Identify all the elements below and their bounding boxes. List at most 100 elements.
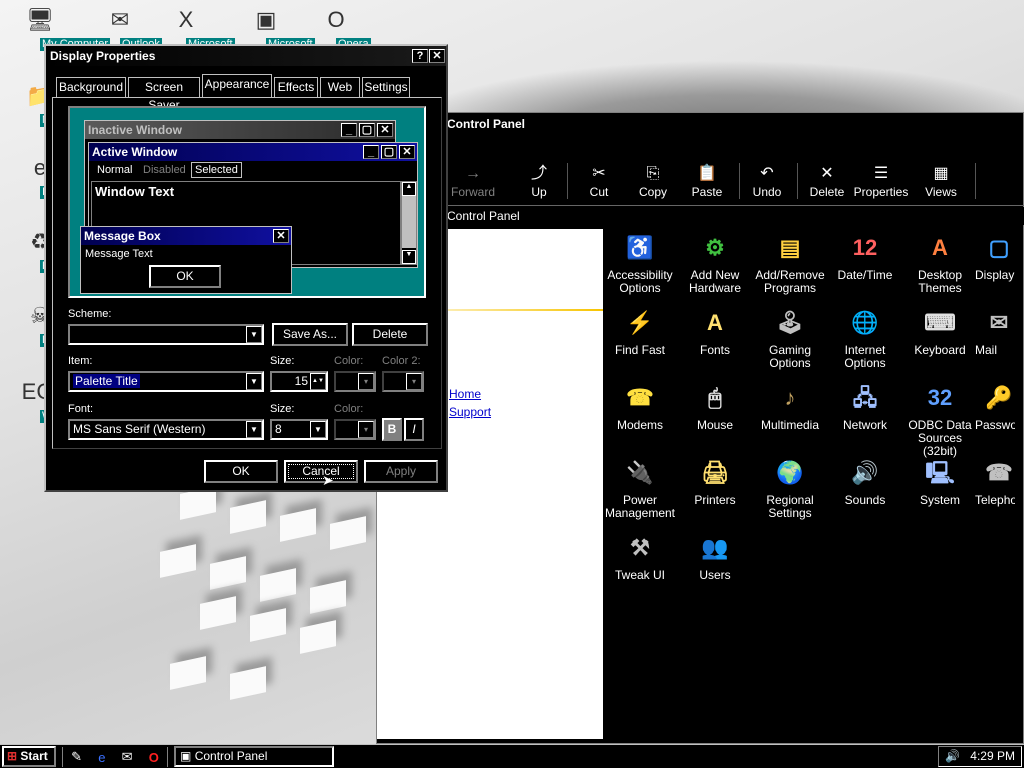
cp-item[interactable]: ⚙ Add New Hardware [675, 231, 755, 295]
desktop-icon[interactable]: XMicrosoft [150, 4, 235, 51]
delete-button[interactable]: ✕ Delete [797, 161, 857, 199]
cp-item[interactable]: 🌐 Internet Options [825, 306, 905, 370]
copy-button[interactable]: ⎘ Copy [623, 161, 683, 199]
delete-button[interactable]: Delete [352, 323, 428, 346]
cp-item[interactable]: 🖱 Mouse [675, 381, 755, 432]
volume-icon[interactable]: 🔊 [945, 747, 960, 766]
cp-item[interactable]: 🖧 Network [825, 381, 905, 432]
delete-icon: ✕ [820, 165, 834, 182]
cp-item[interactable]: 👥 Users [675, 531, 755, 582]
opera-icon[interactable]: O [149, 750, 159, 765]
cancel-button[interactable]: Cancel [284, 460, 358, 483]
font-size-select[interactable]: 8 ▼ [270, 419, 328, 440]
tab-settings[interactable]: Settings [362, 77, 410, 97]
italic-button[interactable]: I [404, 418, 424, 441]
cp-item[interactable]: 🕹 Gaming Options [750, 306, 830, 370]
copy-icon: ⎘ [646, 165, 660, 182]
cp-item[interactable]: ♿ Accessibility Options [600, 231, 680, 295]
scheme-select[interactable]: ▼ [68, 324, 264, 345]
paste-button[interactable]: 📋 Paste [677, 161, 737, 199]
size-label: Size: [270, 355, 295, 367]
multimedia-icon: ♪ [784, 384, 796, 410]
cp-item[interactable]: A Desktop Themes [900, 231, 980, 295]
cp-item[interactable]: 🌍 Regional Settings [750, 456, 830, 520]
cp-item[interactable]: ▤ Add/Remove Programs [750, 231, 830, 295]
color2-picker[interactable]: ▾ [382, 371, 424, 392]
desktop-icon-glyph: ✉ [110, 7, 130, 32]
forward-button[interactable]: → Forward [443, 161, 503, 199]
cp-item[interactable]: ⚒ Tweak UI [600, 531, 680, 582]
address-bar[interactable]: Control Panel [447, 207, 1024, 225]
cp-item-label: Mail [975, 343, 998, 357]
close-button[interactable]: ✕ [429, 49, 445, 63]
joystick-icon: 🕹 [776, 309, 804, 335]
bold-button[interactable]: B [382, 418, 402, 441]
cp-item[interactable]: 🖨 Printers [675, 456, 755, 507]
tab-screen-saver[interactable]: Screen Saver [128, 77, 200, 112]
desktop-icon-glyph: 🖥 [26, 7, 54, 32]
cp-item[interactable]: ⚡ Find Fast [600, 306, 680, 357]
cp-item[interactable]: ⌨ Keyboard [900, 306, 980, 357]
desktop-icon[interactable]: 🖥My Computer [4, 4, 111, 51]
ok-button[interactable]: OK [204, 460, 278, 483]
ie-icon[interactable]: e [98, 750, 105, 765]
properties-button[interactable]: ☰ Properties [851, 161, 911, 199]
cp-item[interactable]: 32 ODBC Data Sources (32bit) [900, 381, 980, 458]
tab-web[interactable]: Web [320, 77, 360, 97]
task-control-panel[interactable]: ▣ Control Panel [174, 746, 334, 767]
cp-item[interactable]: 🔌 Power Management [600, 456, 680, 520]
cp-item[interactable]: 🔊 Sounds [825, 456, 905, 507]
cp-item[interactable]: ♪ Multimedia [750, 381, 830, 432]
control-panel-title[interactable]: Control Panel [377, 113, 1023, 135]
start-button[interactable]: ⊞ Start [2, 746, 56, 767]
clock[interactable]: 4:29 PM [970, 747, 1015, 766]
tab-background[interactable]: Background [56, 77, 126, 97]
window-text: Window Text [95, 184, 175, 199]
show-desktop-icon[interactable]: ✎ [71, 749, 82, 765]
cp-item[interactable]: ☎ Modems [600, 381, 680, 432]
font-select[interactable]: MS Sans Serif (Western) ▼ [68, 419, 264, 440]
apply-button[interactable]: Apply [364, 460, 438, 483]
cp-item[interactable]: ✉ Mail [975, 306, 1015, 357]
cp-item-label: Keyboard [914, 343, 966, 357]
cp-item[interactable]: ☎ Telephony [975, 456, 1015, 507]
dialog-title: Display Properties [50, 49, 156, 63]
outlook-icon[interactable]: ✉ [122, 749, 133, 765]
color-picker[interactable]: ▾ [334, 371, 376, 392]
spin-arrows-icon[interactable]: ▲▼ [310, 373, 326, 390]
cp-item[interactable]: ▢ Display [975, 231, 1015, 282]
properties-icon: ☰ [873, 165, 889, 182]
cp-item[interactable]: 12 Date/Time [825, 231, 905, 282]
dialog-titlebar[interactable]: Display Properties ? ✕ [46, 46, 446, 66]
desktop-icon-glyph: ▣ [255, 7, 277, 32]
home-link[interactable]: Home [449, 387, 481, 401]
cp-item[interactable]: 🔑 Passwords [975, 381, 1015, 432]
wallpaper-tile [250, 608, 286, 642]
hardware-icon: ⚙ [705, 234, 725, 260]
tab-effects[interactable]: Effects [274, 77, 318, 97]
save-as-button[interactable]: Save As... [272, 323, 348, 346]
keyboard-icon: ⌨ [924, 309, 956, 335]
cp-item[interactable]: 🖳 System [900, 456, 980, 507]
desktop-icon[interactable]: ✉Outlook [84, 4, 162, 51]
support-link[interactable]: Support [449, 405, 491, 419]
cp-item-label: Display [975, 268, 1015, 282]
chevron-down-icon: ▾ [358, 421, 374, 438]
quick-launch: ✎ e ✉ O [62, 747, 168, 767]
up-button[interactable]: ⤴ Up [509, 161, 569, 199]
desktop-icon[interactable]: OOpera [300, 4, 372, 51]
toolbar-separator [739, 163, 740, 199]
item-select[interactable]: Palette Title ▼ [68, 371, 264, 392]
cp-item-label: Add/Remove Programs [755, 268, 825, 295]
item-size-spinner[interactable]: 15 ▲▼ [270, 371, 328, 392]
wallpaper-tile [230, 500, 266, 534]
cut-button[interactable]: ✂ Cut [569, 161, 629, 199]
desktop-icon[interactable]: ▣Microsoft [230, 4, 315, 51]
help-button[interactable]: ? [412, 49, 428, 63]
tab-appearance[interactable]: Appearance [202, 74, 272, 98]
views-button[interactable]: ▦ Views [911, 161, 971, 199]
cp-item[interactable]: A Fonts [675, 306, 755, 357]
font-color-picker[interactable]: ▾ [334, 419, 376, 440]
close-icon: ✕ [273, 229, 289, 243]
undo-button[interactable]: ↶ Undo [737, 161, 797, 199]
